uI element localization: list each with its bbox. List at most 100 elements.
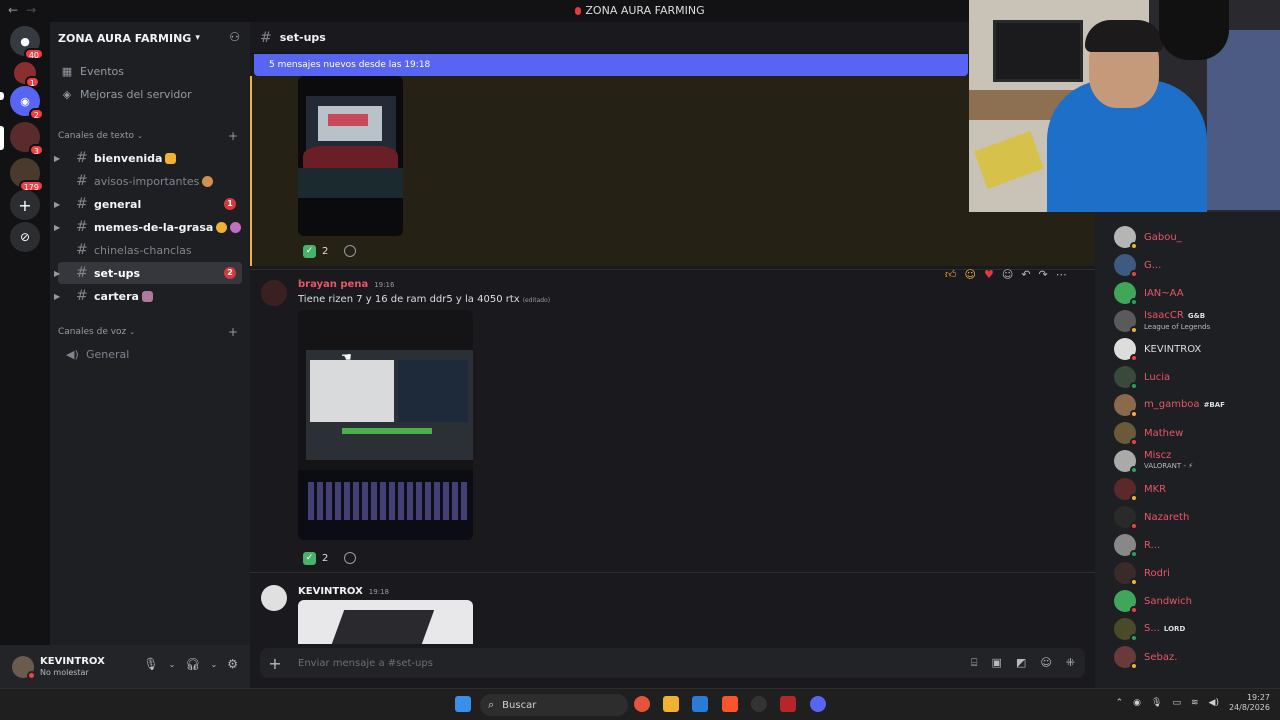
monitor-icon[interactable]: ▭ — [1172, 698, 1181, 708]
new-messages-banner[interactable]: 5 mensajes nuevos desde las 19:18 — [254, 54, 968, 76]
channel-cartera[interactable]: ▶ # cartera — [54, 285, 242, 307]
gif-icon[interactable]: ▣ — [992, 656, 1002, 670]
microphone-icon[interactable]: 🎙︎ — [1151, 698, 1162, 708]
member-label: Mathew — [1144, 428, 1183, 439]
user-info[interactable]: KEVINTROX No molestar — [40, 656, 105, 678]
apps-icon[interactable]: ⁜ — [1066, 656, 1075, 670]
member-item[interactable]: KEVINTROX — [1114, 338, 1201, 362]
message-author[interactable]: brayan pena 19:16 — [298, 279, 394, 290]
channel-chinelas-chanclas[interactable]: # chinelas-chanclas — [58, 239, 242, 261]
windows-start-icon[interactable] — [455, 696, 471, 712]
add-reaction-icon[interactable] — [344, 245, 357, 257]
events-item[interactable]: ▦ Eventos — [50, 60, 250, 82]
member-item[interactable]: Rodri — [1114, 562, 1170, 586]
taskbar-search[interactable]: ⌕ Buscar — [480, 694, 628, 716]
server-icon[interactable]: 1 — [14, 62, 40, 88]
chevron-down-icon[interactable]: ⌄ — [169, 660, 176, 671]
attachment-image[interactable] — [298, 76, 403, 236]
member-item[interactable]: IsaacCR G&B League of Legends — [1114, 310, 1211, 334]
check-reaction[interactable]: ✓ — [303, 551, 316, 565]
discord-server-icon[interactable]: ◉ 2 — [10, 86, 44, 120]
discover-icon[interactable]: ⊘ — [10, 222, 40, 252]
check-reaction[interactable]: ✓ — [303, 244, 316, 258]
avatar — [1114, 646, 1138, 670]
thumbs-up-icon[interactable]: 👍︎ — [945, 268, 957, 281]
store-icon[interactable] — [692, 696, 708, 712]
member-item[interactable]: Miscz VALORANT - ⚡ — [1114, 450, 1193, 474]
mention-badge: 1 — [224, 198, 236, 210]
member-item[interactable]: R... — [1114, 534, 1160, 558]
member-item[interactable]: m_gamboa #BAF — [1114, 394, 1225, 418]
copilot-icon[interactable] — [634, 696, 650, 712]
avatar — [1114, 338, 1138, 362]
forward-icon[interactable]: ↷ — [1039, 268, 1048, 281]
file-explorer-icon[interactable] — [663, 696, 679, 712]
create-channel-icon[interactable]: + — [228, 129, 238, 143]
heart-icon[interactable]: ♥ — [984, 268, 994, 281]
network-icon[interactable]: ◉ — [1133, 698, 1141, 708]
member-item[interactable]: Lucia — [1114, 366, 1170, 390]
more-icon[interactable]: ⋯ — [1056, 268, 1067, 281]
clock[interactable]: 19:27 24/8/2026 — [1229, 693, 1270, 713]
attachment-image[interactable] — [298, 600, 473, 644]
brave-icon[interactable] — [722, 696, 738, 712]
channel-general[interactable]: ▶ # general 1 — [54, 193, 242, 215]
chevron-down-icon: ⌄ — [137, 132, 143, 140]
server-header[interactable]: ZONA AURA FARMING ▾ ⚇ — [50, 22, 250, 54]
gift-icon[interactable]: ⌸ — [971, 656, 978, 670]
server-icon[interactable]: 3 — [10, 122, 44, 156]
recorder-icon[interactable] — [780, 696, 796, 712]
gear-icon[interactable]: ⚙ — [227, 657, 238, 671]
member-item[interactable]: S... LORD — [1114, 618, 1185, 642]
reply-icon[interactable]: ↶ — [1021, 268, 1030, 281]
status-dot-icon — [1130, 662, 1138, 670]
member-name: m_gamboa — [1144, 399, 1200, 410]
voice-channel-general[interactable]: ◀) General — [58, 343, 242, 365]
add-reaction-icon[interactable] — [344, 552, 357, 564]
member-item[interactable]: Nazareth — [1114, 506, 1189, 530]
message-author[interactable]: KEVINTROX 19:18 — [298, 586, 389, 597]
upload-plus-icon[interactable]: + — [260, 654, 290, 673]
member-activity: League of Legends — [1144, 322, 1211, 331]
avatar — [1114, 394, 1138, 418]
channel-avisos-importantes[interactable]: # avisos-importantes — [58, 170, 242, 192]
direct-messages-icon[interactable]: ● 40 — [10, 26, 44, 60]
add-server-icon[interactable]: + — [10, 190, 40, 220]
channel-set-ups[interactable]: ▶ # set-ups 2 — [54, 262, 242, 284]
member-item[interactable]: G... — [1114, 254, 1161, 278]
member-item[interactable]: IAN~AA — [1114, 282, 1184, 306]
avatar[interactable] — [261, 280, 287, 306]
attachment-image[interactable]: ☚ — [298, 310, 473, 540]
category-text-channels[interactable]: Canales de texto ⌄ + — [50, 128, 250, 144]
member-item[interactable]: Gabou_ — [1114, 226, 1182, 250]
invite-people-icon[interactable]: ⚇ — [229, 30, 240, 44]
badge: 3 — [28, 144, 44, 156]
channel-name: set-ups — [94, 266, 141, 280]
microphone-icon[interactable]: 🎙︎ — [143, 657, 158, 671]
volume-icon[interactable]: ◀) — [1209, 698, 1219, 708]
chevron-down-icon[interactable]: ⌄ — [211, 660, 218, 671]
avatar[interactable] — [261, 585, 287, 611]
emoji-icon[interactable]: ☺ — [1040, 656, 1051, 670]
discord-taskbar-icon[interactable] — [810, 696, 826, 712]
headphones-icon[interactable]: 🎧︎ — [185, 657, 200, 671]
member-item[interactable]: Sandwich — [1114, 590, 1192, 614]
channel-memes-de-la-grasa[interactable]: ▶ # memes-de-la-grasa — [54, 216, 242, 238]
server-boost-item[interactable]: ◈ Mejoras del servidor — [50, 83, 250, 105]
category-voice-channels[interactable]: Canales de voz ⌄ + — [50, 324, 250, 340]
avatar[interactable] — [12, 655, 36, 680]
laugh-emoji-icon[interactable]: ☺ — [965, 268, 976, 281]
member-item[interactable]: MKR — [1114, 478, 1166, 502]
add-reaction-icon[interactable]: ☺ — [1002, 268, 1013, 281]
create-channel-icon[interactable]: + — [228, 325, 238, 339]
server-icon[interactable]: 179 — [10, 158, 44, 192]
chevron-up-icon[interactable]: ⌃ — [1116, 698, 1124, 708]
member-item[interactable]: Mathew — [1114, 422, 1183, 446]
message-input[interactable]: Enviar mensaje a #set-ups — [298, 658, 433, 669]
sticker-icon[interactable]: ◩ — [1016, 656, 1026, 670]
member-item[interactable]: Sebaz. — [1114, 646, 1177, 670]
search-label: Buscar — [502, 699, 537, 711]
app-icon[interactable] — [751, 696, 767, 712]
wifi-icon[interactable]: ≋ — [1191, 698, 1199, 708]
channel-bienvenida[interactable]: ▶ # bienvenida — [54, 147, 242, 169]
